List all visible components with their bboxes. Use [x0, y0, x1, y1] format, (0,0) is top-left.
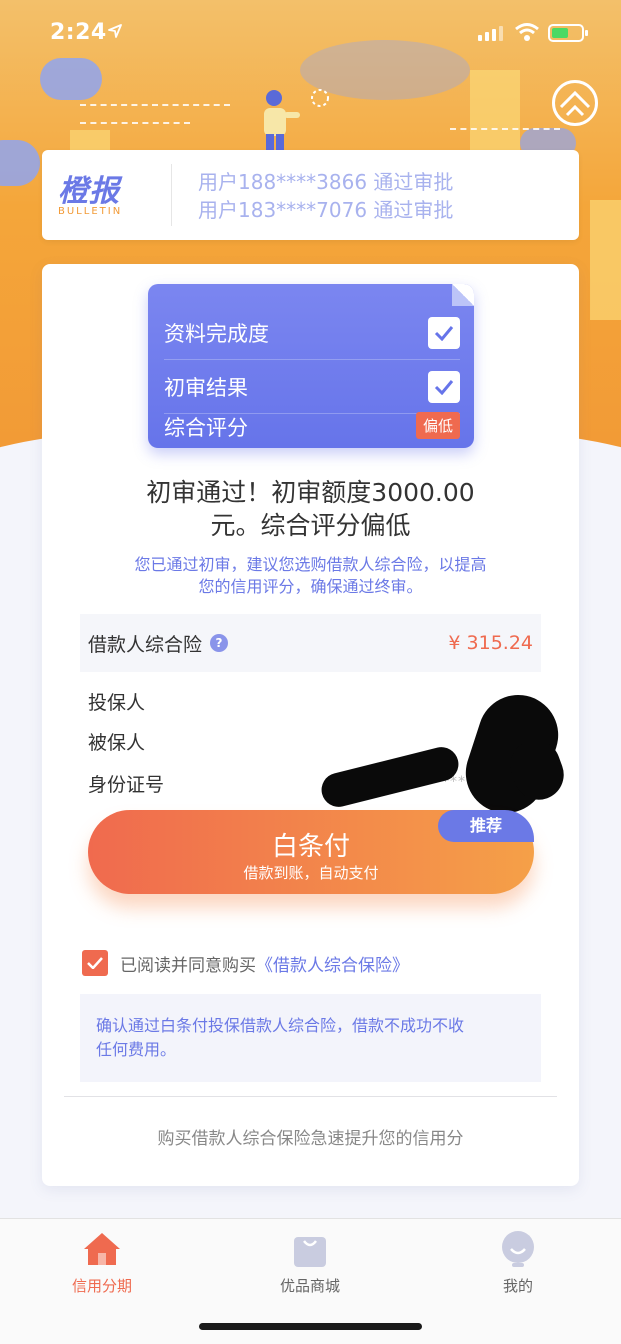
pay-button-subtitle: 借款到账，自动支付 — [243, 864, 379, 882]
score-low-badge: 偏低 — [415, 412, 460, 439]
policyholder-label: 投保人 — [88, 692, 146, 714]
checklist-item: 综合评分 偏低 — [164, 412, 460, 450]
wifi-icon — [515, 23, 539, 41]
bulletin-logo-sub: BULLETIN — [58, 206, 123, 217]
bulletin-list: 用户188****3866 通过审批 用户183****7076 通过审批 — [198, 168, 453, 224]
review-checklist: 资料完成度 初审结果 综合评分 偏低 — [148, 284, 474, 448]
result-subtitle: 您已通过初审，建议您选购借款人综合险，以提高 您的信用评分，确保通过终审。 — [82, 554, 539, 598]
checkbox-checked-icon — [428, 370, 460, 403]
tab-mall[interactable]: 优品商城 — [240, 1229, 380, 1296]
dash-decoration — [80, 104, 230, 106]
cloud-decoration — [0, 140, 40, 186]
location-arrow-icon — [108, 24, 122, 38]
checkbox-checked-icon — [428, 316, 460, 349]
message-icon[interactable] — [552, 80, 598, 126]
id-number-label: 身份证号 — [88, 774, 165, 796]
agreement-checkbox[interactable] — [82, 950, 108, 976]
checklist-label: 综合评分 — [164, 416, 248, 440]
building-decoration — [590, 200, 621, 320]
dash-decoration — [450, 128, 560, 130]
approval-card: 资料完成度 初审结果 综合评分 偏低 初审通过！初审额度3000.00 元。综合… — [42, 264, 579, 1186]
notice-box: 确认通过白条付投保借款人综合险，借款不成功不收 任何费用。 — [80, 994, 541, 1082]
checklist-label: 初审结果 — [164, 375, 248, 400]
tab-label: 我的 — [502, 1277, 533, 1295]
insurance-name: 借款人综合险 — [88, 633, 203, 656]
insurance-row: 借款人综合险 ? ¥ 315.24 — [80, 614, 541, 672]
person-illustration — [264, 90, 300, 156]
profile-icon — [498, 1229, 538, 1269]
recommend-badge: 推荐 — [438, 810, 534, 842]
insured-label: 被保人 — [88, 732, 146, 754]
tab-credit-installment[interactable]: 信用分期 — [32, 1229, 172, 1296]
ring-decoration — [311, 89, 329, 107]
footer-text: 购买借款人综合保险急速提升您的信用分 — [157, 1129, 464, 1149]
insurance-price: ¥ 315.24 — [448, 632, 533, 654]
bulletin-item: 用户183****7076 通过审批 — [198, 198, 454, 222]
dash-decoration — [80, 122, 190, 124]
bulletin-item: 用户188****3866 通过审批 — [198, 170, 454, 194]
bulletin-panel: 橙报 BULLETIN 用户188****3866 通过审批 用户183****… — [42, 150, 579, 240]
redaction-mark — [317, 743, 463, 811]
home-indicator[interactable] — [199, 1323, 422, 1330]
result-subtitle-line: 您已通过初审，建议您选购借款人综合险，以提高 — [134, 555, 487, 574]
bulletin-logo: 橙报 BULLETIN — [52, 164, 172, 226]
result-subtitle-line: 您的信用评分，确保通过终审。 — [198, 577, 423, 596]
home-icon — [82, 1229, 122, 1269]
notice-line: 任何费用。 — [96, 1040, 177, 1059]
result-title-line: 元。综合评分偏低 — [210, 511, 411, 540]
checklist-label: 资料完成度 — [164, 321, 269, 346]
cellular-signal-icon — [478, 26, 503, 41]
agreement-text: 已阅读并同意购买 — [120, 955, 256, 976]
tab-label: 信用分期 — [71, 1277, 132, 1295]
checklist-item: 资料完成度 — [164, 306, 460, 360]
tab-mine[interactable]: 我的 — [448, 1229, 588, 1296]
result-title: 初审通过！初审额度3000.00 元。综合评分偏低 — [82, 476, 539, 542]
result-title-line: 初审通过！初审额度3000.00 — [146, 478, 475, 507]
battery-icon — [548, 24, 588, 42]
status-bar: 2:24 — [0, 0, 621, 70]
divider — [64, 1096, 557, 1097]
bulletin-logo-text: 橙报 — [58, 174, 120, 209]
agreement-link[interactable]: 《借款人综合保险》 — [256, 951, 409, 976]
agreement-row: 已阅读并同意购买 《借款人综合保险》 — [82, 950, 409, 976]
tab-label: 优品商城 — [279, 1277, 340, 1295]
status-time: 2:24 — [50, 20, 107, 45]
notice-line: 确认通过白条付投保借款人综合险，借款不成功不收 — [96, 1016, 465, 1035]
shopping-bag-icon — [290, 1229, 330, 1269]
help-icon[interactable]: ? — [210, 634, 229, 652]
checklist-item: 初审结果 — [164, 360, 460, 414]
